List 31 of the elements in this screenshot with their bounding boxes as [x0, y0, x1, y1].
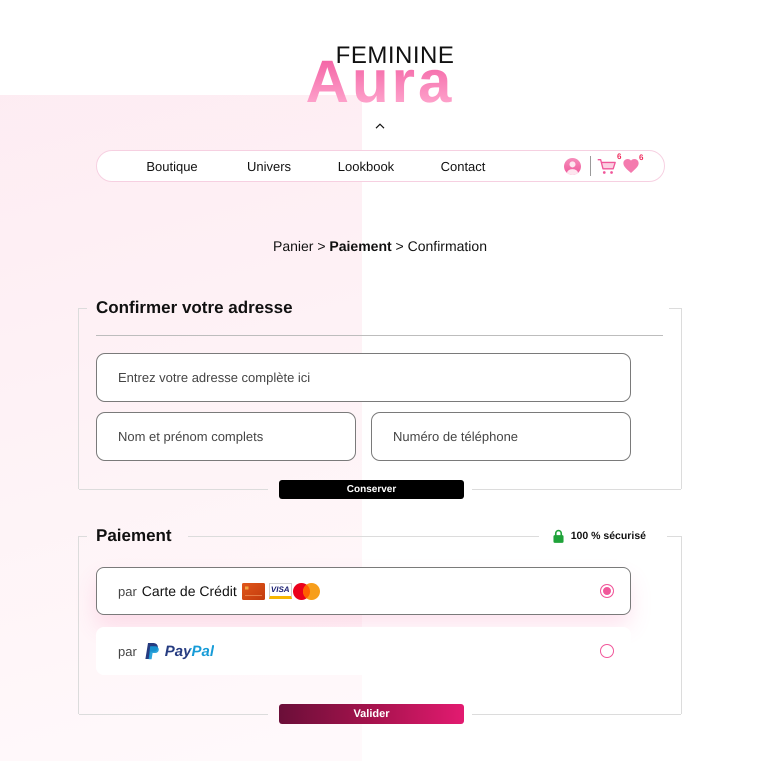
lock-icon	[552, 529, 564, 543]
text-field[interactable]: Nom et prénom complets	[96, 412, 356, 461]
text-field[interactable]: Entrez votre adresse complète ici	[96, 353, 631, 402]
section-title: Confirmer votre adresse	[96, 297, 293, 319]
breadcrumb: Panier > Paiement > Confirmation	[272, 237, 487, 256]
user-icon[interactable]	[564, 158, 580, 174]
method-prefix: par	[118, 584, 137, 598]
card-icon	[242, 582, 265, 600]
submit-button[interactable]: Valider	[279, 704, 464, 724]
text-field[interactable]: Numéro de téléphone	[371, 412, 631, 461]
nav-link[interactable]: Univers	[246, 158, 292, 174]
method-label: Carte de Crédit	[142, 583, 237, 599]
card-brand-logo: VISA	[268, 583, 292, 599]
heart-icon[interactable]	[622, 159, 638, 173]
radio-button[interactable]	[600, 644, 614, 658]
count-label: 6	[617, 152, 622, 160]
payment-option[interactable]: par Carte de Crédit VISA	[96, 567, 631, 615]
payment-logo-icon	[144, 642, 159, 660]
method-label: PayPal	[164, 642, 214, 660]
radio-button[interactable]	[600, 584, 614, 598]
method-prefix: par	[118, 644, 137, 658]
card-brand-icon	[292, 582, 320, 600]
nav-link[interactable]: Boutique	[146, 158, 198, 174]
section-title: Paiement	[96, 525, 172, 547]
nav-link[interactable]: Lookbook	[338, 158, 394, 174]
count-label: 6	[639, 154, 644, 162]
nav-link[interactable]: Contact	[440, 158, 486, 174]
chevron-up-icon[interactable]	[375, 123, 385, 129]
save-button[interactable]: Conserver	[279, 480, 464, 498]
cart-icon[interactable]	[596, 158, 616, 174]
security-note: 100 % sécurisé	[570, 530, 646, 542]
